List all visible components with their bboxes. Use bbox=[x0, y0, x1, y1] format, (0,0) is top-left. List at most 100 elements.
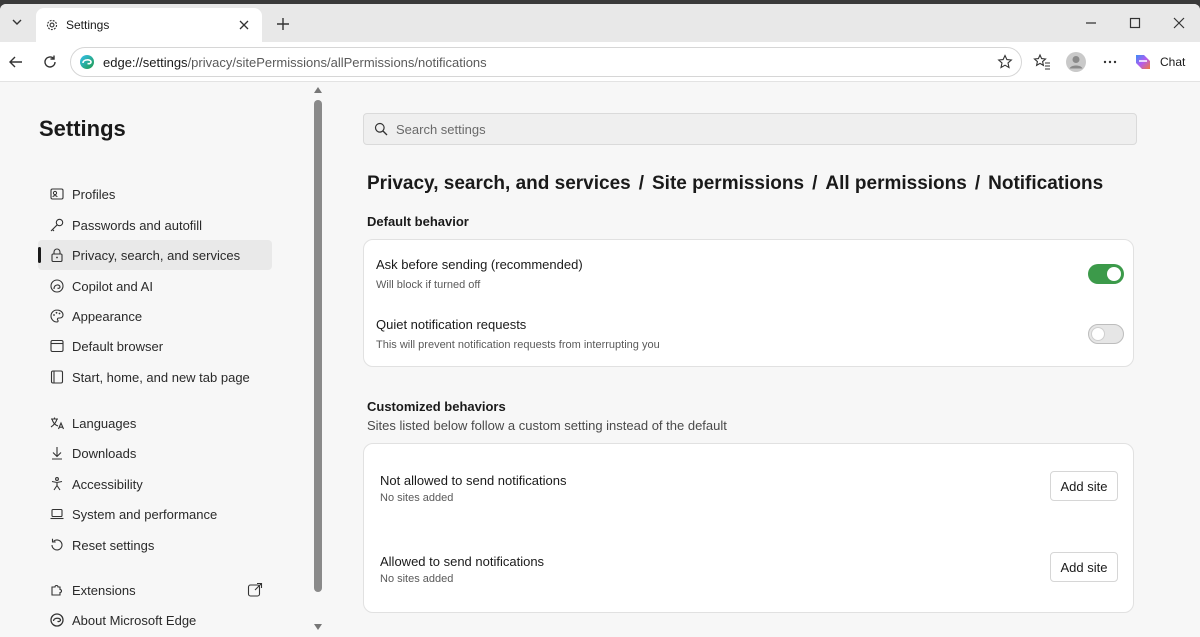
ask-before-sending-title: Ask before sending (recommended) bbox=[376, 257, 583, 272]
customized-behaviors-card: Not allowed to send notifications No sit… bbox=[363, 443, 1134, 613]
maximize-button[interactable] bbox=[1124, 12, 1146, 34]
scroll-thumb[interactable] bbox=[314, 100, 322, 592]
tab-settings[interactable]: Settings bbox=[36, 8, 262, 42]
edge-logo-icon bbox=[80, 55, 94, 69]
star-icon[interactable] bbox=[997, 54, 1013, 70]
url-text: edge://settings/privacy/sitePermissions/… bbox=[103, 54, 487, 70]
search-placeholder: Search settings bbox=[396, 121, 486, 137]
breadcrumb-privacy[interactable]: Privacy, search, and services bbox=[367, 173, 631, 194]
breadcrumb: Privacy, search, and services / Site permi… bbox=[367, 173, 1103, 195]
scroll-up-arrow[interactable] bbox=[314, 87, 322, 93]
tab-actions-button[interactable] bbox=[6, 11, 28, 33]
refresh-icon bbox=[44, 55, 56, 68]
download-icon bbox=[48, 444, 66, 462]
palette-icon bbox=[48, 307, 66, 325]
sidebar-scrollbar[interactable] bbox=[311, 82, 325, 637]
not-allowed-title: Not allowed to send notifications bbox=[380, 473, 567, 488]
favorites-icon bbox=[1033, 53, 1050, 70]
chat-button[interactable]: Chat bbox=[1132, 49, 1194, 75]
reset-icon bbox=[48, 536, 66, 554]
main-panel: Search settings Privacy, search, and ser… bbox=[330, 82, 1200, 637]
favorites-button[interactable] bbox=[1030, 50, 1054, 74]
close-window-button[interactable] bbox=[1168, 12, 1190, 34]
default-behavior-title: Default behavior bbox=[367, 214, 469, 229]
breadcrumb-separator: / bbox=[974, 173, 981, 194]
scroll-down-arrow[interactable] bbox=[314, 624, 322, 630]
add-site-allowed-button[interactable]: Add site bbox=[1050, 552, 1118, 582]
ask-before-sending-subtitle: Will block if turned off bbox=[376, 279, 481, 291]
sidebar-item-about[interactable]: About Microsoft Edge bbox=[38, 605, 272, 635]
key-icon bbox=[48, 216, 66, 234]
customized-behaviors-title: Customized behaviors bbox=[367, 399, 506, 414]
breadcrumb-separator: / bbox=[638, 173, 644, 194]
chat-label: Chat bbox=[1160, 55, 1186, 69]
arrow-left-icon bbox=[9, 56, 22, 68]
copilot-icon bbox=[1136, 55, 1150, 69]
toolbar: edge://settings/privacy/sitePermissions/… bbox=[0, 42, 1200, 82]
sidebar-item-languages[interactable]: Languages bbox=[38, 408, 272, 438]
more-menu-button[interactable] bbox=[1098, 50, 1122, 74]
sidebar-item-profiles[interactable]: Profiles bbox=[38, 179, 272, 209]
ask-before-sending-toggle[interactable] bbox=[1088, 264, 1124, 284]
sidebar-item-default-browser[interactable]: Default browser bbox=[38, 331, 272, 361]
tab-strip: Settings bbox=[0, 4, 1200, 42]
breadcrumb-notifications: Notifications bbox=[988, 173, 1104, 194]
back-button[interactable] bbox=[4, 50, 28, 74]
profile-icon bbox=[48, 185, 66, 203]
copilot-icon bbox=[48, 277, 66, 295]
plus-icon bbox=[277, 18, 289, 30]
quiet-requests-title: Quiet notification requests bbox=[376, 317, 527, 332]
sidebar-item-extensions[interactable]: Extensions bbox=[38, 575, 272, 605]
external-link-icon bbox=[247, 582, 263, 597]
quiet-requests-subtitle: This will prevent notification requests … bbox=[376, 339, 660, 351]
settings-page: Settings Profiles Passwords and autofill… bbox=[0, 82, 1200, 637]
close-icon bbox=[239, 20, 249, 30]
allowed-subtitle: No sites added bbox=[380, 573, 454, 585]
address-bar[interactable]: edge://settings/privacy/sitePermissions/… bbox=[70, 47, 1022, 77]
search-input[interactable]: Search settings bbox=[363, 113, 1137, 145]
sidebar-item-accessibility[interactable]: Accessibility bbox=[38, 469, 272, 499]
sidebar-item-appearance[interactable]: Appearance bbox=[38, 301, 272, 331]
browser-icon bbox=[48, 337, 66, 355]
sidebar-item-copilot[interactable]: Copilot and AI bbox=[38, 271, 272, 301]
lock-icon bbox=[48, 246, 66, 264]
sidebar-item-privacy[interactable]: Privacy, search, and services bbox=[38, 240, 272, 270]
accessibility-icon bbox=[48, 475, 66, 493]
avatar-icon bbox=[1066, 52, 1086, 72]
sidebar-item-passwords[interactable]: Passwords and autofill bbox=[38, 210, 272, 240]
home-page-icon bbox=[48, 368, 66, 386]
minimize-button[interactable] bbox=[1080, 12, 1102, 34]
sidebar-item-downloads[interactable]: Downloads bbox=[38, 438, 272, 468]
allowed-title: Allowed to send notifications bbox=[380, 554, 545, 569]
maximize-icon bbox=[1129, 17, 1141, 29]
edge-logo-icon bbox=[48, 611, 66, 629]
gear-icon bbox=[44, 17, 60, 33]
sidebar-item-start-home[interactable]: Start, home, and new tab page bbox=[38, 362, 272, 392]
quiet-requests-toggle[interactable] bbox=[1088, 324, 1124, 344]
sidebar-item-reset[interactable]: Reset settings bbox=[38, 530, 272, 560]
customized-behaviors-subtitle: Sites listed below follow a custom setti… bbox=[367, 418, 727, 433]
browser-window: Settings edge://settings/privacy/sitePer… bbox=[0, 4, 1200, 637]
refresh-button[interactable] bbox=[38, 50, 62, 74]
search-icon bbox=[374, 122, 388, 136]
breadcrumb-all-permissions[interactable]: All permissions bbox=[825, 173, 967, 194]
minimize-icon bbox=[1086, 22, 1096, 24]
sidebar: Settings Profiles Passwords and autofill… bbox=[0, 82, 310, 637]
breadcrumb-separator: / bbox=[812, 173, 818, 194]
default-behavior-card: Ask before sending (recommended) Will bl… bbox=[363, 239, 1134, 367]
language-icon bbox=[48, 414, 66, 432]
breadcrumb-site-permissions[interactable]: Site permissions bbox=[652, 173, 804, 194]
profile-button[interactable] bbox=[1064, 50, 1088, 74]
new-tab-button[interactable] bbox=[272, 13, 294, 35]
add-site-blocked-button[interactable]: Add site bbox=[1050, 471, 1118, 501]
chevron-down-icon bbox=[12, 19, 22, 25]
close-icon bbox=[1173, 17, 1185, 29]
not-allowed-subtitle: No sites added bbox=[380, 492, 454, 504]
extensions-icon bbox=[48, 581, 66, 599]
sidebar-title: Settings bbox=[39, 116, 126, 141]
close-tab-button[interactable] bbox=[236, 17, 252, 33]
laptop-icon bbox=[48, 505, 66, 523]
sidebar-item-system[interactable]: System and performance bbox=[38, 499, 272, 529]
more-icon bbox=[1103, 60, 1117, 64]
tab-title: Settings bbox=[66, 18, 110, 32]
